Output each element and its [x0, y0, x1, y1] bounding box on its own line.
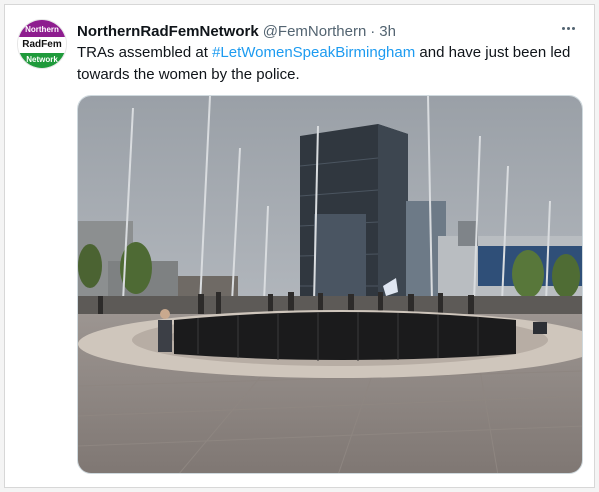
more-horizontal-icon[interactable]	[556, 18, 580, 38]
tweet-text: TRAs assembled at #LetWomenSpeakBirmingh…	[77, 42, 583, 86]
tweet-header: NorthernRadFemNetwork @FemNorthern · 3h	[77, 20, 396, 42]
hashtag-link[interactable]: #LetWomenSpeakBirmingham	[212, 44, 415, 61]
user-handle[interactable]: @FemNorthern	[263, 23, 367, 40]
display-name[interactable]: NorthernRadFemNetwork	[77, 23, 259, 40]
more-dot	[571, 26, 575, 30]
tweet-card[interactable]: Northern RadFem Network NorthernRadFemNe…	[4, 4, 595, 488]
avatar-line-1: Northern	[18, 20, 66, 37]
more-dot	[561, 26, 565, 30]
photo-illustration	[78, 96, 582, 473]
avatar[interactable]: Northern RadFem Network	[17, 19, 67, 69]
timestamp[interactable]: 3h	[379, 23, 396, 40]
separator-dot: ·	[370, 22, 376, 40]
avatar-line-3: Network	[18, 53, 66, 68]
tweet-text-before: TRAs assembled at	[77, 44, 213, 61]
tweet-photo[interactable]	[77, 95, 583, 474]
more-dot	[566, 26, 570, 30]
avatar-line-2: RadFem	[18, 37, 66, 53]
